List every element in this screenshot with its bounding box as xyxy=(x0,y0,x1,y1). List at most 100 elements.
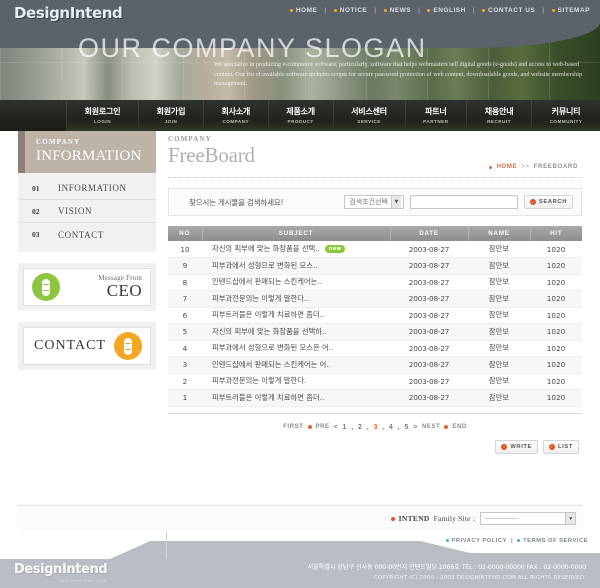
cell-name: 잠만보 xyxy=(468,241,530,258)
list-button[interactable]: › LIST xyxy=(543,439,579,454)
table-row[interactable]: 7 피부과전문의는 이렇게 말한다.. 2003-08-27 잠만보 1020 xyxy=(168,290,582,308)
nav-item-company[interactable]: 회사소개 COMPANY xyxy=(202,100,268,131)
pager-page-3-current[interactable]: 3 xyxy=(373,424,378,431)
subject-link[interactable]: 피부트러블은 이렇게 치료하면 좀더.. xyxy=(212,393,324,402)
topnav-label-sitemap[interactable]: SITEMAP xyxy=(558,7,590,14)
footer-logo-text: DesignIntend xyxy=(14,562,108,577)
bullet-icon xyxy=(551,8,555,12)
sidebar-item-contact[interactable]: 03 CONTACT xyxy=(18,223,156,246)
banner-paragraph: We specialize in producing e-commerce so… xyxy=(214,61,583,88)
subject-link[interactable]: 피부과전문의는 이렇게 말한다.. xyxy=(212,294,309,303)
footer-link-privacy[interactable]: PRIVACY POLICY xyxy=(445,538,507,544)
subject-link[interactable]: 피부과에서 성형으로 변화된 모스은 어.. xyxy=(212,343,333,352)
footer-link-terms[interactable]: TERMS OF SERVICE xyxy=(517,538,588,544)
cell-subject[interactable]: 피부과에서 성형으로 변화된 모스.. xyxy=(202,257,390,275)
table-row[interactable]: 4 피부과에서 성형으로 변화된 모스은 어.. 2003-08-27 잠만보 … xyxy=(168,340,582,357)
pager-first[interactable]: FIRST xyxy=(283,424,303,430)
pager-page-4[interactable]: 4 xyxy=(389,424,394,431)
nav-item-login[interactable]: 회원로그인 LOGIN xyxy=(66,100,139,131)
cell-hit: 1020 xyxy=(530,290,582,308)
cell-subject[interactable]: 피부과에서 성형으로 변화된 모스은 어.. xyxy=(202,340,390,357)
topnav-item-news[interactable]: NEWS xyxy=(383,7,412,14)
sidebar-item-number: 01 xyxy=(32,183,40,193)
nav-item-service[interactable]: 서비스센터 SERVICE xyxy=(332,100,405,131)
topnav-label-home[interactable]: HOME xyxy=(296,7,318,14)
subject-link[interactable]: 피부과전문의는 이렇게 말한다. xyxy=(212,376,306,385)
cell-subject[interactable]: 인텐드샵에서 판매되는 스킨케어는 어.. xyxy=(202,356,390,374)
nav-item-community[interactable]: 커뮤니티 COMMUNITY xyxy=(530,100,600,131)
ceo-banner-text: Message From CEO xyxy=(66,274,142,300)
cell-subject[interactable]: 자신의 피부에 맞는 화장품을 선택.. new xyxy=(202,241,390,258)
breadcrumb-home[interactable]: HOME xyxy=(496,164,517,170)
pager-page-5[interactable]: 5 xyxy=(404,424,409,431)
col-hit: HIT xyxy=(530,226,582,241)
topnav-label-news[interactable]: NEWS xyxy=(390,7,412,14)
pager-prev[interactable]: PRE xyxy=(316,424,330,430)
topnav-item-contact-us[interactable]: CONTACT US xyxy=(482,7,535,14)
table-row[interactable]: 10 자신의 피부에 맞는 화장품을 선택.. new 2003-08-27 잠만… xyxy=(168,241,582,258)
bullet-icon xyxy=(444,425,449,429)
table-row[interactable]: 9 피부과에서 성형으로 변화된 모스.. 2003-08-27 잠만보 102… xyxy=(168,257,582,275)
nav-item-join[interactable]: 회원가입 JOIN xyxy=(138,100,203,131)
arrow-icon: › xyxy=(549,443,556,450)
write-button[interactable]: › WRITE xyxy=(495,439,539,454)
cell-subject[interactable]: 피부과전문의는 이렇게 말한다.. xyxy=(202,290,390,308)
content-area: COMPANY FreeBoard HOME >> FREEBOARD 찾으시는… xyxy=(168,131,582,516)
subject-link[interactable]: 자신의 피부에 맞는 화장품을 선택하.. xyxy=(212,327,327,336)
footer-link-privacy-label[interactable]: PRIVACY POLICY xyxy=(452,538,507,544)
nav-item-partner[interactable]: 파트너 PARTNER xyxy=(404,100,467,131)
search-input[interactable] xyxy=(409,195,518,209)
footer-logo[interactable]: DesignIntend DESIGNINTEND.COM xyxy=(14,562,108,583)
subject-link[interactable]: 피부트러블은 이렇게 치료하면 좀더.. xyxy=(212,310,324,319)
topnav-item-english[interactable]: ENGLISH xyxy=(427,7,465,14)
footer-link-terms-label[interactable]: TERMS OF SERVICE xyxy=(523,538,588,544)
sidebar-item-vision[interactable]: 02 VISION xyxy=(18,200,156,223)
subject-link[interactable]: 자신의 피부에 맞는 화장품을 선택.. xyxy=(212,244,320,253)
cell-subject[interactable]: 피부과전문의는 이렇게 말한다. xyxy=(202,373,390,390)
subject-link[interactable]: 피부과에서 성형으로 변화된 모스.. xyxy=(212,261,318,270)
cell-no: 4 xyxy=(168,340,202,357)
footer-divider xyxy=(166,531,167,559)
search-condition-select[interactable]: 검색조건선택 ▼ xyxy=(344,195,404,209)
cell-name: 잠만보 xyxy=(468,257,530,275)
table-row[interactable]: 8 인텐드샵에서 판매되는 스킨케어는.. 2003-08-27 잠만보 102… xyxy=(168,274,582,291)
topnav-item-home[interactable]: HOME xyxy=(289,7,318,14)
nav-item-recruit[interactable]: 채용안내 RECRUIT xyxy=(466,100,531,131)
sidebar-item-information[interactable]: 01 INFORMATION xyxy=(18,177,156,200)
topnav-item-notice[interactable]: NOTICE xyxy=(333,7,368,14)
sidebar-banner-ceo[interactable]: Message From CEO xyxy=(18,263,156,311)
nav-label-ko: 채용안내 xyxy=(484,106,514,116)
topnav-item-sitemap[interactable]: SITEMAP xyxy=(551,7,590,14)
cell-name: 잠만보 xyxy=(468,323,530,341)
topnav-label-english[interactable]: ENGLISH xyxy=(433,7,465,14)
cell-name: 잠만보 xyxy=(468,389,530,407)
col-subject: SUBJECT xyxy=(202,226,391,241)
sidebar-banner-contact[interactable]: CONTACT xyxy=(18,322,156,370)
table-row[interactable]: 1 피부트러블은 이렇게 치료하면 좀더.. 2003-08-27 잠만보 10… xyxy=(168,389,582,407)
table-row[interactable]: 6 피부트러블은 이렇게 치료하면 좀더.. 2003-08-27 잠만보 10… xyxy=(168,307,582,324)
cell-subject[interactable]: 자신의 피부에 맞는 화장품을 선택하.. xyxy=(202,323,390,341)
pager-next[interactable]: NEST xyxy=(422,424,440,430)
cell-name: 잠만보 xyxy=(468,373,530,390)
table-row[interactable]: 3 인텐드샵에서 판매되는 스킨케어는 어.. 2003-08-27 잠만보 1… xyxy=(168,356,582,374)
cell-subject[interactable]: 피부트러블은 이렇게 치료하면 좀더.. xyxy=(202,307,390,324)
pager-page-1[interactable]: 1 xyxy=(343,424,348,431)
pager-end[interactable]: END xyxy=(452,424,466,430)
search-button[interactable]: › SEARCH xyxy=(523,195,573,209)
pager-page-2[interactable]: 2 xyxy=(358,424,363,431)
subject-link[interactable]: 인텐드샵에서 판매되는 스킨케어는 어.. xyxy=(212,360,331,369)
cell-subject[interactable]: 인텐드샵에서 판매되는 스킨케어는.. xyxy=(202,274,390,291)
utility-nav: HOME | NOTICE | NEWS | ENGLISH | CONTACT… xyxy=(289,7,590,14)
nav-item-product[interactable]: 제품소개 PRODUCT xyxy=(267,100,333,131)
topnav-label-notice[interactable]: NOTICE xyxy=(340,7,368,14)
table-row[interactable]: 5 자신의 피부에 맞는 화장품을 선택하.. 2003-08-27 잠만보 1… xyxy=(168,323,582,341)
family-site-select[interactable]: ------------------- ▼ xyxy=(480,512,576,525)
topnav-separator: | xyxy=(374,7,377,14)
sidebar-header: COMPANY INFORMATION xyxy=(18,131,156,173)
cell-date: 2003-08-27 xyxy=(390,274,468,291)
bullet-icon xyxy=(307,425,312,429)
topnav-label-contact-us[interactable]: CONTACT US xyxy=(488,7,535,14)
table-row[interactable]: 2 피부과전문의는 이렇게 말한다. 2003-08-27 잠만보 1020 xyxy=(168,373,582,390)
cell-subject[interactable]: 피부트러블은 이렇게 치료하면 좀더.. xyxy=(202,389,390,407)
subject-link[interactable]: 인텐드샵에서 판매되는 스킨케어는.. xyxy=(212,277,322,286)
